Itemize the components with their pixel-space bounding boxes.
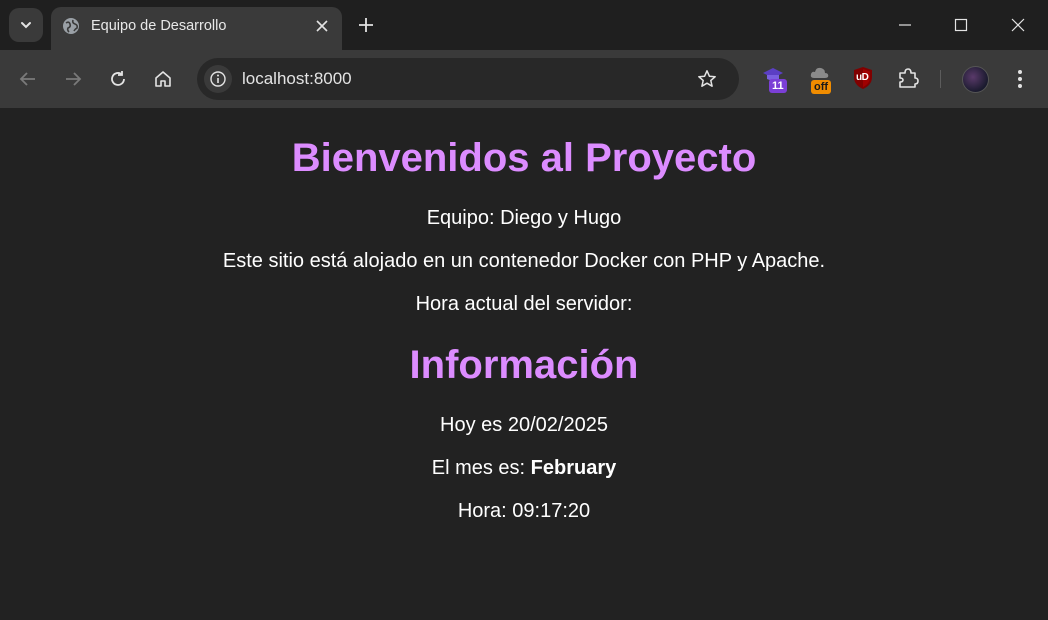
ublock-origin-button[interactable]: uD <box>850 64 880 94</box>
description-text: Este sitio está alojado en un contenedor… <box>222 250 826 272</box>
close-icon <box>1011 18 1025 32</box>
bookmark-button[interactable] <box>695 67 719 91</box>
plus-icon <box>359 18 373 32</box>
tab-search-button[interactable] <box>9 8 43 42</box>
maximize-icon <box>954 18 968 32</box>
new-tab-button[interactable] <box>353 12 379 38</box>
back-button[interactable] <box>13 64 43 94</box>
tab-strip: Equipo de Desarrollo <box>0 0 1048 50</box>
month-label: El mes es: <box>431 457 531 479</box>
extension-11-button[interactable]: 11 <box>762 64 792 94</box>
maximize-button[interactable] <box>946 10 976 40</box>
puzzle-icon <box>899 68 919 88</box>
time-text: Hora: 09:17:20 <box>457 500 591 522</box>
info-heading: Información <box>409 343 639 387</box>
minimize-icon <box>899 24 911 26</box>
url-text[interactable]: localhost:8000 <box>242 69 352 89</box>
extension-badge: 11 <box>769 79 787 93</box>
page-title: Bienvenidos al Proyecto <box>291 136 757 180</box>
arrow-right-icon <box>66 72 82 86</box>
month-text: El mes es: February <box>0 457 1048 480</box>
extensions-menu-button[interactable] <box>894 64 924 94</box>
arrow-left-icon <box>19 72 35 86</box>
month-value: February <box>530 457 617 479</box>
home-button[interactable] <box>148 64 178 94</box>
extension-off-button[interactable]: off <box>808 64 838 94</box>
close-window-button[interactable] <box>1003 10 1033 40</box>
active-tab[interactable]: Equipo de Desarrollo <box>51 7 342 50</box>
page-content: Bienvenidos al Proyecto Equipo: Diego y … <box>0 108 1048 620</box>
toolbar-divider <box>940 70 941 88</box>
close-tab-button[interactable] <box>311 15 333 37</box>
forward-button[interactable] <box>58 64 88 94</box>
globe-icon <box>63 18 79 34</box>
browser-toolbar: localhost:8000 11 off uD <box>0 50 1048 108</box>
star-icon <box>698 70 716 87</box>
reload-button[interactable] <box>103 64 133 94</box>
site-info-button[interactable] <box>204 65 232 93</box>
close-icon <box>316 20 328 32</box>
tab-title: Equipo de Desarrollo <box>91 18 227 34</box>
date-text: Hoy es 20/02/2025 <box>440 414 608 436</box>
info-icon <box>210 71 226 87</box>
address-bar[interactable]: localhost:8000 <box>197 58 739 100</box>
minimize-button[interactable] <box>890 10 920 40</box>
profile-avatar[interactable] <box>962 66 989 93</box>
browser-menu-button[interactable] <box>1006 64 1034 94</box>
reload-icon <box>111 71 125 86</box>
more-vertical-icon <box>1018 70 1022 88</box>
home-icon <box>155 71 171 87</box>
team-text: Equipo: Diego y Hugo <box>426 207 622 229</box>
extension-badge: off <box>811 80 832 94</box>
chevron-down-icon <box>21 22 31 29</box>
server-time-label: Hora actual del servidor: <box>415 293 633 315</box>
extension-label: uD <box>856 72 869 83</box>
